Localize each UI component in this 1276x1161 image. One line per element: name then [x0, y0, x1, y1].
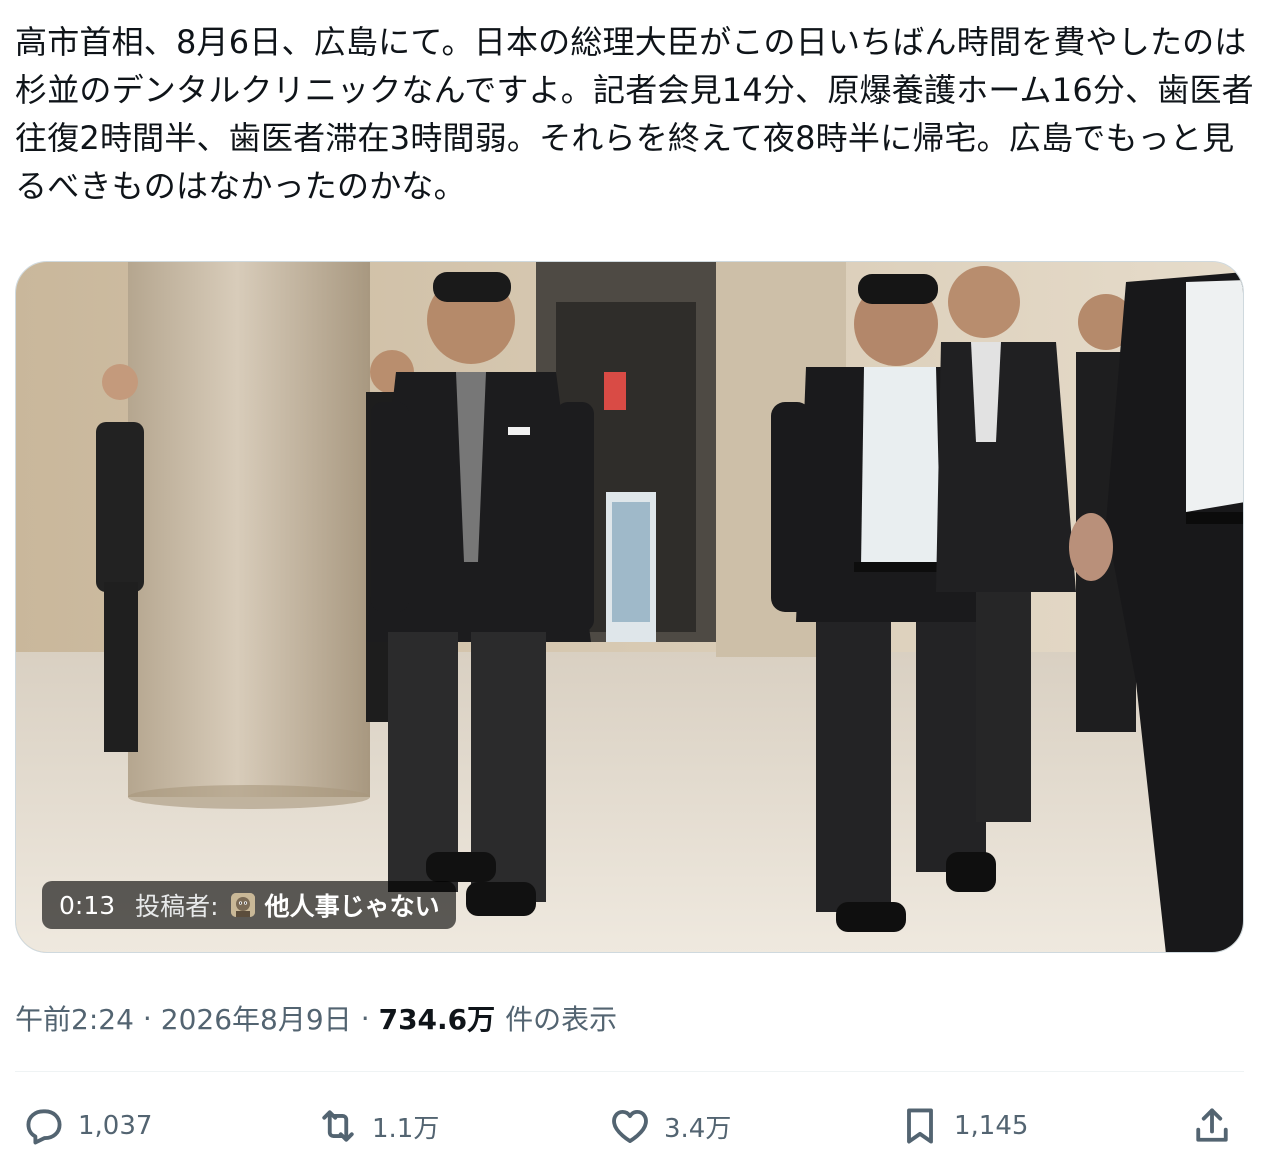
video-frame	[16, 262, 1243, 952]
bookmark-count: 1,145	[954, 1111, 1029, 1141]
tweet: 高市首相、8月6日、広島にて。日本の総理大臣がこの日いちばん時間を費やしたのは杉…	[0, 0, 1276, 1161]
tweet-meta: 午前2:24 · 2026年8月9日 · 734.6万 件の表示	[15, 998, 617, 1038]
bookmark-button[interactable]: 1,145	[898, 1096, 1028, 1156]
divider	[15, 1071, 1244, 1072]
views-count[interactable]: 734.6万	[379, 998, 496, 1038]
views-label: 件の表示	[505, 1003, 618, 1036]
poster-label: 投稿者:	[135, 892, 219, 921]
retweet-icon	[322, 1110, 354, 1142]
reply-icon	[26, 1109, 62, 1145]
like-count: 3.4万	[664, 1113, 732, 1144]
poster-avatar-icon[interactable]	[230, 893, 255, 917]
tweet-time[interactable]: 午前2:24	[15, 998, 134, 1038]
video-timestamp: 0:13	[59, 890, 116, 920]
video-info-overlay: 0:13 投稿者: 他人事じゃない	[42, 881, 456, 929]
meta-separator: ·	[360, 1001, 370, 1035]
action-bar: 1,037 1.1万 3.4万 1,145	[0, 1096, 1276, 1156]
tweet-date[interactable]: 2026年8月9日	[161, 998, 352, 1038]
retweet-count: 1.1万	[372, 1113, 440, 1144]
reply-count: 1,037	[78, 1111, 153, 1141]
share-icon	[1196, 1108, 1228, 1142]
like-button[interactable]: 3.4万	[608, 1096, 731, 1156]
retweet-button[interactable]: 1.1万	[316, 1096, 439, 1156]
tweet-text: 高市首相、8月6日、広島にて。日本の総理大臣がこの日いちばん時間を費やしたのは杉…	[15, 23, 1254, 205]
heart-icon	[612, 1109, 648, 1143]
video-player[interactable]: 0:13 投稿者: 他人事じゃない	[15, 261, 1244, 953]
meta-separator: ·	[142, 1001, 152, 1035]
reply-button[interactable]: 1,037	[22, 1096, 152, 1156]
bookmark-icon	[907, 1108, 933, 1144]
share-button[interactable]	[1190, 1096, 1234, 1156]
poster-name[interactable]: 他人事じゃない	[265, 887, 440, 923]
